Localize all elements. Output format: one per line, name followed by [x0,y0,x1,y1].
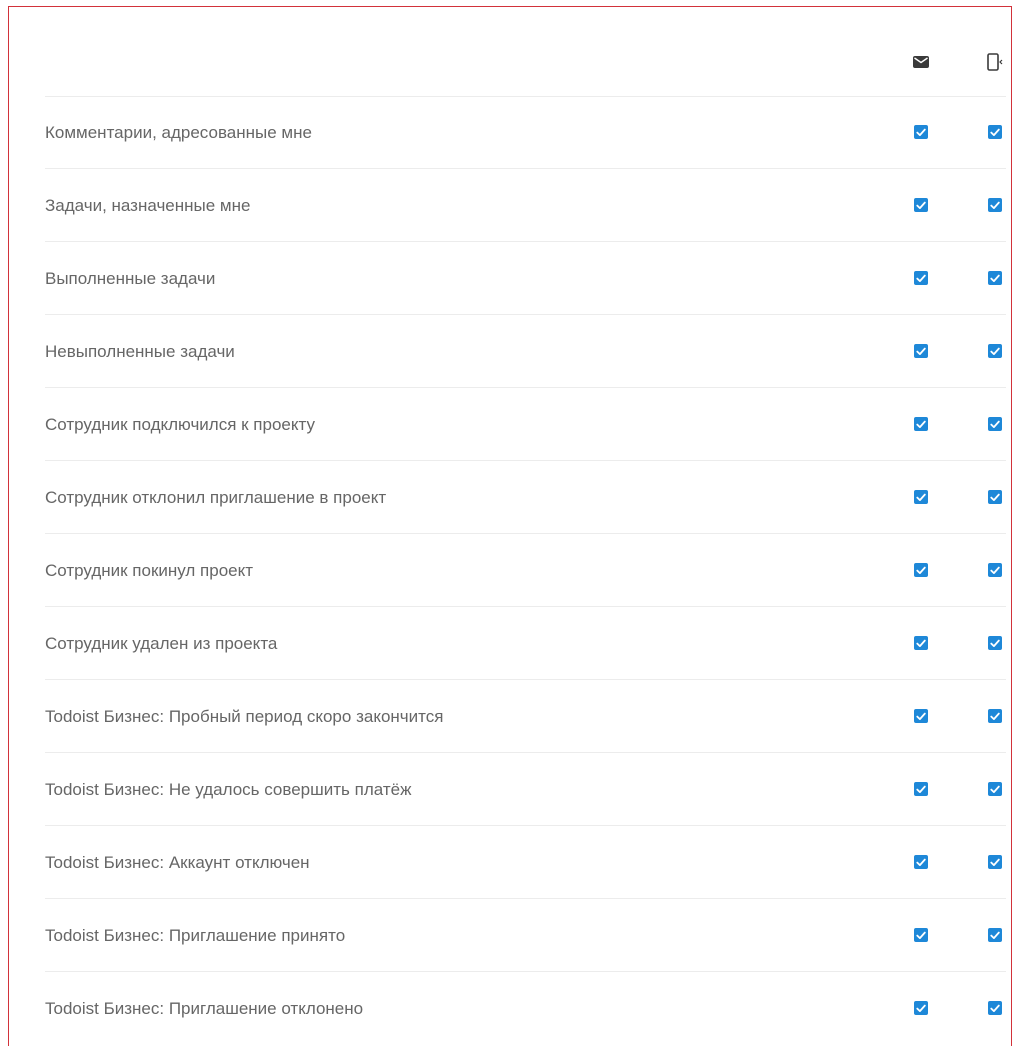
push-checkbox[interactable] [988,636,1002,650]
notification-label: Todoist Бизнес: Пробный период скоро зак… [45,707,444,726]
check-icon [990,493,1000,501]
push-checkbox[interactable] [988,344,1002,358]
check-icon [990,128,1000,136]
notification-row: Выполненные задачи [45,242,1006,315]
email-checkbox[interactable] [914,490,928,504]
notification-label: Todoist Бизнес: Не удалось совершить пла… [45,780,412,799]
push-checkbox[interactable] [988,490,1002,504]
check-icon [990,274,1000,282]
notification-row: Todoist Бизнес: Приглашение отклонено [45,972,1006,1045]
notification-label: Невыполненные задачи [45,342,235,361]
check-icon [990,347,1000,355]
notification-row: Невыполненные задачи [45,315,1006,388]
email-checkbox[interactable] [914,344,928,358]
email-checkbox[interactable] [914,563,928,577]
push-checkbox[interactable] [988,417,1002,431]
notification-row: Todoist Бизнес: Аккаунт отключен [45,826,1006,899]
check-icon [916,128,926,136]
notification-label: Задачи, назначенные мне [45,196,251,215]
check-icon [990,639,1000,647]
check-icon [916,420,926,428]
check-icon [990,785,1000,793]
check-icon [916,639,926,647]
check-icon [990,420,1000,428]
email-checkbox[interactable] [914,782,928,796]
push-checkbox[interactable] [988,271,1002,285]
push-checkbox[interactable] [988,198,1002,212]
check-icon [916,712,926,720]
email-checkbox[interactable] [914,417,928,431]
check-icon [916,493,926,501]
check-icon [916,785,926,793]
email-checkbox[interactable] [914,709,928,723]
check-icon [990,858,1000,866]
notification-label: Выполненные задачи [45,269,216,288]
notification-label: Сотрудник покинул проект [45,561,254,580]
notification-row: Todoist Бизнес: Пробный период скоро зак… [45,680,1006,753]
notification-label: Todoist Бизнес: Приглашение принято [45,926,346,945]
notification-label: Сотрудник удален из проекта [45,634,278,653]
push-checkbox[interactable] [988,125,1002,139]
push-checkbox[interactable] [988,1001,1002,1015]
email-checkbox[interactable] [914,636,928,650]
check-icon [916,274,926,282]
check-icon [916,858,926,866]
notification-row: Задачи, назначенные мне [45,169,1006,242]
notification-row: Todoist Бизнес: Не удалось совершить пла… [45,753,1006,826]
notification-label: Сотрудник отклонил приглашение в проект [45,488,387,507]
check-icon [916,201,926,209]
notification-label: Todoist Бизнес: Аккаунт отключен [45,853,310,872]
check-icon [990,931,1000,939]
mail-icon [911,52,931,72]
check-icon [916,931,926,939]
column-header [45,22,1006,97]
check-icon [990,712,1000,720]
email-checkbox[interactable] [914,855,928,869]
mobile-push-icon [986,52,1006,72]
email-checkbox[interactable] [914,125,928,139]
push-checkbox[interactable] [988,928,1002,942]
check-icon [990,1004,1000,1012]
check-icon [916,566,926,574]
notification-row: Комментарии, адресованные мне [45,96,1006,169]
email-checkbox[interactable] [914,928,928,942]
check-icon [990,566,1000,574]
notification-settings-panel: Комментарии, адресованные мне Задачи, наз… [8,6,1012,1046]
notification-label: Todoist Бизнес: Приглашение отклонено [45,999,364,1018]
notification-list: Комментарии, адресованные мне Задачи, наз… [45,96,1006,1045]
notification-row: Todoist Бизнес: Приглашение принято [45,899,1006,972]
notification-row: Сотрудник подключился к проекту [45,388,1006,461]
email-checkbox[interactable] [914,271,928,285]
check-icon [916,1004,926,1012]
push-checkbox[interactable] [988,855,1002,869]
push-checkbox[interactable] [988,709,1002,723]
push-checkbox[interactable] [988,563,1002,577]
email-checkbox[interactable] [914,198,928,212]
notification-row: Сотрудник покинул проект [45,534,1006,607]
check-icon [990,201,1000,209]
notification-label: Сотрудник подключился к проекту [45,415,315,434]
check-icon [916,347,926,355]
push-checkbox[interactable] [988,782,1002,796]
notification-label: Комментарии, адресованные мне [45,123,312,142]
notification-row: Сотрудник отклонил приглашение в проект [45,461,1006,534]
email-checkbox[interactable] [914,1001,928,1015]
notification-row: Сотрудник удален из проекта [45,607,1006,680]
